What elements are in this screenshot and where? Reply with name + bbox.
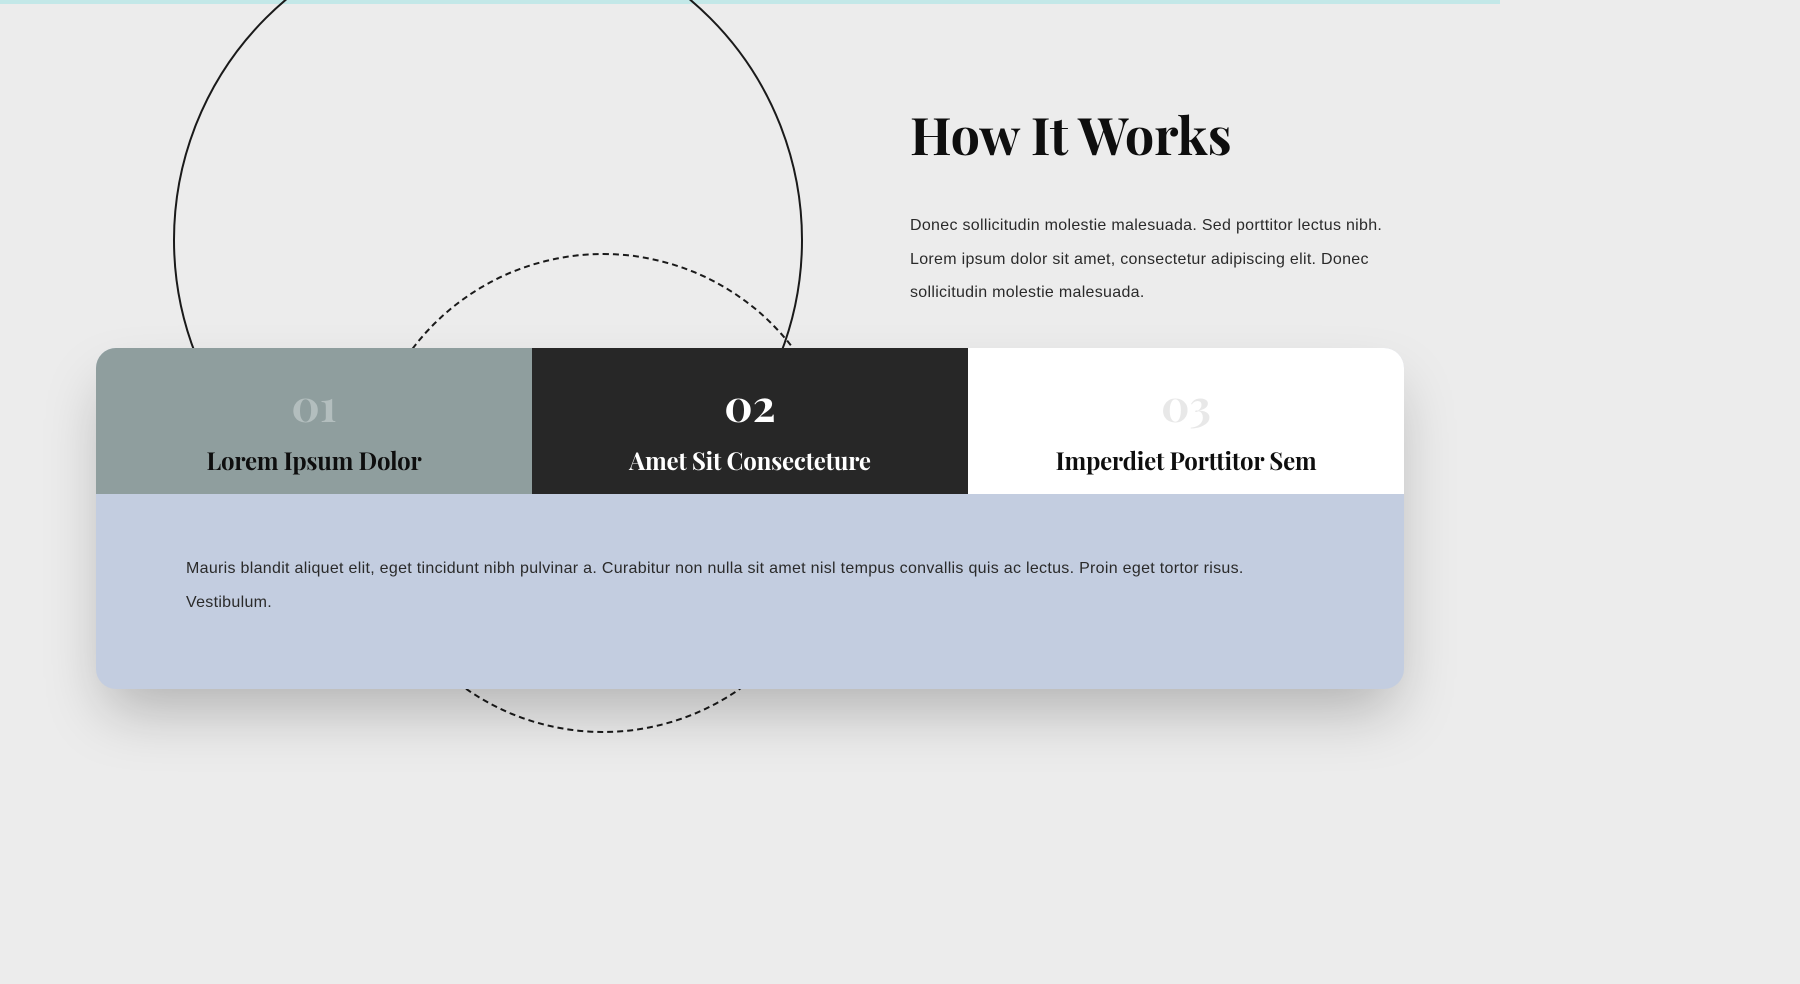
section-title: How It Works: [910, 100, 1400, 169]
header-block: How It Works Donec sollicitudin molestie…: [910, 100, 1400, 310]
tab-title: Lorem Ipsum Dolor: [207, 445, 422, 477]
section-description: Donec sollicitudin molestie malesuada. S…: [910, 209, 1400, 310]
tab-content-text: Mauris blandit aliquet elit, eget tincid…: [96, 494, 1404, 689]
tab-title: Imperdiet Porttitor Sem: [1056, 445, 1317, 477]
tab-step-3[interactable]: 03 Imperdiet Porttitor Sem: [968, 348, 1404, 494]
how-it-works-card: 01 Lorem Ipsum Dolor 02 Amet Sit Consect…: [96, 348, 1404, 689]
tab-step-2[interactable]: 02 Amet Sit Consecteture: [532, 348, 968, 494]
tab-number: 01: [291, 383, 336, 427]
tab-title: Amet Sit Consecteture: [629, 445, 871, 477]
tab-number: 03: [1161, 383, 1211, 427]
top-accent-bar: [0, 0, 1500, 4]
tab-step-1[interactable]: 01 Lorem Ipsum Dolor: [96, 348, 532, 494]
tabs-row: 01 Lorem Ipsum Dolor 02 Amet Sit Consect…: [96, 348, 1404, 494]
tab-number: 02: [724, 383, 775, 427]
